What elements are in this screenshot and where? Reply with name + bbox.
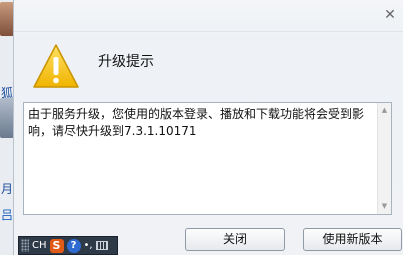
punctuation-toggle[interactable]: •, [84, 240, 93, 251]
message-scrollbar[interactable]: ▲ ▼ [377, 103, 391, 214]
background-avatar-2 [0, 98, 14, 138]
ime-logo-icon[interactable]: S [49, 238, 64, 253]
ime-toolbar[interactable]: CH S ? •, [18, 236, 118, 255]
warning-icon [33, 44, 79, 88]
close-icon[interactable]: ✕ [383, 8, 397, 22]
message-box[interactable]: 由于服务升级，您使用的版本登录、播放和下载功能将会受到影响，请尽快升级到7.3.… [23, 102, 392, 215]
message-text: 由于服务升级，您使用的版本登录、播放和下载功能将会受到影响，请尽快升级到7.3.… [28, 107, 365, 138]
close-button[interactable]: 关闭 [185, 228, 285, 251]
help-icon[interactable]: ? [66, 238, 81, 253]
keyboard-icon[interactable] [95, 241, 108, 250]
background-avatar-1 [0, 2, 14, 36]
ime-drag-handle[interactable] [21, 239, 29, 252]
use-new-version-button[interactable]: 使用新版本 [303, 228, 402, 251]
background-text-2: 月 [1, 182, 14, 196]
title-divider [14, 31, 403, 32]
dialog-title: 升级提示 [98, 54, 154, 70]
scroll-down-icon[interactable]: ▼ [378, 200, 391, 213]
upgrade-dialog: ✕ 升级提示 由于服务升级，您使用的版本登录、播放和下载功能将会受到影响，请尽快… [13, 0, 403, 255]
scroll-up-icon[interactable]: ▲ [378, 104, 391, 117]
ime-mode-label[interactable]: CH [32, 240, 47, 251]
background-text-3: 吕 [1, 208, 14, 222]
